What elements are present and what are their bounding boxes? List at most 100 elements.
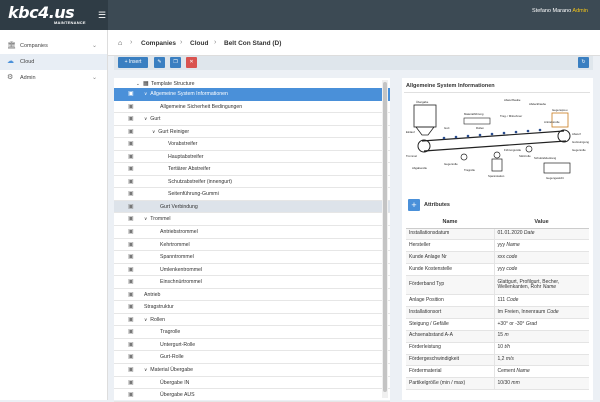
tree-row[interactable]: ▣ Kehrtrommel (114, 239, 390, 252)
attribute-row[interactable]: Achsenabstand A-A 15 m (406, 330, 589, 343)
tree-row[interactable]: ▣ Einschnürtrommel (114, 276, 390, 289)
sidebar-item-cloud[interactable]: ☁ Cloud (0, 54, 107, 70)
tree-row[interactable]: ▣ ∨ Allgemeine System Informationen (114, 88, 390, 101)
tree-row[interactable]: ▣ Antriebstrommel (114, 226, 390, 239)
camera-icon[interactable]: ▣ (128, 289, 134, 301)
sidebar-item-companies[interactable]: 🏛 Companies ⌄ (0, 38, 107, 54)
tree-row[interactable]: ▣ ∨ Rollen (114, 314, 390, 327)
breadcrumb-companies[interactable]: Companies (141, 40, 176, 47)
copy-button[interactable]: ❐ (170, 57, 181, 68)
tree-root[interactable]: ⌄ ▦ Template Structure (114, 78, 390, 88)
chevron-down-icon[interactable]: ∨ (144, 317, 147, 322)
user-menu[interactable]: Stefano Marano Admin (532, 8, 588, 14)
tree-row[interactable]: ▣ ∨ Gurt Reiniger (114, 126, 390, 139)
attribute-row[interactable]: Installationsdatum 01.01.2020 Date (406, 228, 589, 241)
tree-row[interactable]: ▣ Tragrolle (114, 326, 390, 339)
add-attribute-button[interactable]: + (408, 199, 420, 211)
tree-row[interactable]: ▣ Schutzabstreifer (innengurt) (114, 176, 390, 189)
tree-row[interactable]: ▣ Spanntrommel (114, 251, 390, 264)
sidebar-item-label: Admin (20, 75, 36, 81)
camera-icon[interactable]: ▣ (128, 126, 134, 138)
tree-row[interactable]: ▣ Übergabe IN (114, 377, 390, 390)
attribute-name: Kunde Anlage Nr (406, 251, 495, 265)
attribute-row[interactable]: Hersteller yyy Name (406, 239, 589, 253)
attribute-value: +30° or -30° (497, 320, 525, 327)
sidebar-item-admin[interactable]: ⚙ Admin ⌄ (0, 70, 107, 86)
tree-row[interactable]: ▣ Hauptabstreifer (114, 151, 390, 164)
camera-icon[interactable]: ▣ (128, 188, 134, 200)
camera-icon[interactable]: ▣ (128, 339, 134, 351)
tree-row-label: Spanntrommel (160, 254, 194, 261)
camera-icon[interactable]: ▣ (128, 201, 134, 213)
delete-button[interactable]: ✕ (186, 57, 197, 68)
refresh-button[interactable]: ↻ (578, 57, 589, 68)
camera-icon[interactable]: ▣ (128, 163, 134, 175)
camera-icon[interactable]: ▣ (128, 113, 134, 125)
camera-icon[interactable]: ▣ (128, 101, 134, 113)
chevron-down-icon[interactable]: ∨ (144, 91, 147, 96)
camera-icon[interactable]: ▣ (128, 239, 134, 251)
tree-row[interactable]: ▣ Umlenkentrommel (114, 264, 390, 277)
chevron-down-icon[interactable]: ∨ (144, 216, 147, 221)
camera-icon[interactable]: ▣ (128, 276, 134, 288)
tree-row[interactable]: ▣ Antrieb (114, 289, 390, 302)
tree-row[interactable]: ▣ Untergurt-Rolle (114, 339, 390, 352)
attribute-row[interactable]: Kunde Anlage Nr xxx code (406, 251, 589, 265)
tree-row-label: Gurt-Rolle (160, 354, 184, 361)
camera-icon[interactable]: ▣ (128, 138, 134, 150)
attribute-row[interactable]: Installationsort Im Freien, Innenraum Cod… (406, 306, 589, 319)
camera-icon[interactable]: ▣ (128, 301, 134, 313)
camera-icon[interactable]: ▣ (128, 176, 134, 188)
diagram-label: Gegenrolle (572, 148, 586, 152)
tree-scrollbar[interactable] (382, 80, 388, 398)
attribute-row[interactable]: Fördermaterial Cement Name (406, 365, 589, 379)
info-panel: Allgemeine System Informationen Übergabe… (402, 78, 593, 400)
camera-icon[interactable]: ▣ (128, 226, 134, 238)
camera-icon[interactable]: ▣ (128, 151, 134, 163)
scrollbar-thumb[interactable] (383, 82, 387, 392)
logo[interactable]: kbc4.us MAINTENANCE (0, 0, 108, 30)
attribute-row[interactable]: Anlage Position 111 Code (406, 294, 589, 307)
attribute-row[interactable]: Kunde Kostenstelle yyy code (406, 263, 589, 277)
attribute-row[interactable]: Steigung / Gefälle +30° or -30° Grad (406, 318, 589, 331)
tree-row[interactable]: ▣ ∨ Trommel (114, 213, 390, 227)
edit-button[interactable]: ✎ (154, 57, 165, 68)
camera-icon[interactable]: ▣ (128, 377, 134, 389)
camera-icon[interactable]: ▣ (128, 264, 134, 276)
column-header-value[interactable]: Value (494, 217, 589, 229)
chevron-down-icon[interactable]: ∨ (144, 367, 147, 372)
column-header-name[interactable]: Name (406, 217, 494, 229)
camera-icon[interactable]: ▣ (128, 351, 134, 363)
tree-row[interactable]: ▣ Seitenführung-Gummi (114, 188, 390, 201)
hamburger-menu-icon[interactable]: ☰ (98, 10, 108, 20)
camera-icon[interactable]: ▣ (128, 251, 134, 263)
tree-row[interactable]: ▣ ∨ Material Übergabe (114, 364, 390, 377)
camera-icon[interactable]: ▣ (128, 88, 134, 100)
home-icon[interactable]: ⌂ (118, 40, 122, 47)
tree-row[interactable]: ▣ Allgemeine Sicherheit Bedingungen (114, 101, 390, 114)
attribute-row[interactable]: Förderband Typ Glattgurt, Profilgurt, Bec… (406, 275, 589, 296)
attribute-row[interactable]: Partikelgröße (min / max) 10/30 mm (406, 377, 589, 391)
camera-icon[interactable]: ▣ (128, 213, 134, 225)
attribute-row[interactable]: Förderleistung 10 t/h (406, 342, 589, 355)
tree-row[interactable]: ▣ Gurt-Rolle (114, 351, 390, 365)
tree-row[interactable]: ▣ Gurt Verbindung (114, 200, 390, 214)
chevron-right-icon: › (180, 39, 183, 46)
insert-button[interactable]: + Insert (118, 57, 148, 68)
camera-icon[interactable]: ▣ (128, 389, 134, 401)
tree-row[interactable]: ▣ ∨ Gurt (114, 113, 390, 126)
chevron-down-icon[interactable]: ∨ (152, 129, 155, 134)
tree-row-label: Seitenführung-Gummi (168, 191, 219, 198)
breadcrumb-cloud[interactable]: Cloud (190, 40, 208, 47)
tree-row[interactable]: ▣ Stragstruktur (114, 301, 390, 314)
camera-icon[interactable]: ▣ (128, 364, 134, 376)
tree-row-label: Untergurt-Rolle (160, 341, 196, 348)
camera-icon[interactable]: ▣ (128, 314, 134, 326)
tree-row[interactable]: ▣ Tertiärer Abstreifer (114, 163, 390, 176)
attribute-row[interactable]: Fördergeschwindigkeit 1,2 m/s (406, 354, 589, 367)
camera-icon[interactable]: ▣ (128, 326, 134, 338)
diagram-label: Abwurfhaube (504, 98, 521, 102)
chevron-down-icon[interactable]: ∨ (144, 116, 147, 121)
tree-row-label-wrap: Allgemeine Sicherheit Bedingungen (160, 101, 242, 113)
tree-row[interactable]: ▣ Vorabstreifer (114, 138, 390, 151)
